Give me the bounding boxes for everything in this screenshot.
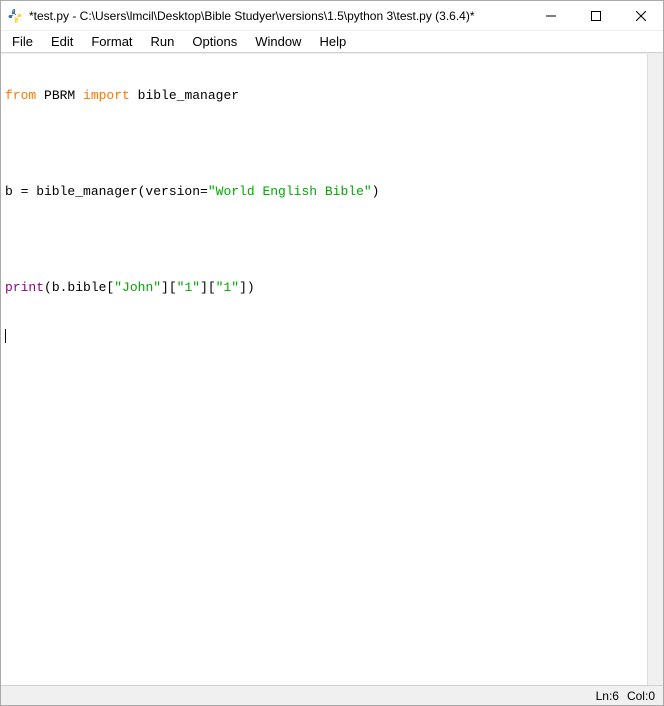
code-line: from PBRM import bible_manager (5, 88, 643, 104)
menubar: File Edit Format Run Options Window Help (1, 31, 663, 53)
code-line: print(b.bible["John"]["1"]["1"]) (5, 280, 643, 296)
minimize-button[interactable] (528, 1, 573, 30)
statusbar: Ln: 6 Col: 0 (1, 685, 663, 705)
code-line (5, 232, 643, 248)
menu-file[interactable]: File (3, 32, 42, 51)
menu-edit[interactable]: Edit (42, 32, 82, 51)
python-idle-icon (7, 8, 23, 24)
status-line-value: 6 (612, 689, 619, 703)
code-line: b = bible_manager(version="World English… (5, 184, 643, 200)
window-title: *test.py - C:\Users\lmcil\Desktop\Bible … (29, 9, 528, 23)
editor-area: from PBRM import bible_manager b = bible… (1, 53, 663, 685)
vertical-scrollbar[interactable] (647, 54, 663, 685)
status-col-value: 0 (648, 689, 655, 703)
menu-format[interactable]: Format (82, 32, 141, 51)
maximize-button[interactable] (573, 1, 618, 30)
menu-options[interactable]: Options (183, 32, 246, 51)
close-button[interactable] (618, 1, 663, 30)
status-line-label: Ln: (596, 689, 613, 703)
titlebar: *test.py - C:\Users\lmcil\Desktop\Bible … (1, 1, 663, 31)
status-col-label: Col: (627, 689, 648, 703)
menu-window[interactable]: Window (246, 32, 310, 51)
code-editor[interactable]: from PBRM import bible_manager b = bible… (1, 54, 647, 685)
menu-help[interactable]: Help (310, 32, 355, 51)
code-line (5, 328, 643, 344)
window-controls (528, 1, 663, 30)
text-cursor (5, 329, 6, 343)
menu-run[interactable]: Run (142, 32, 184, 51)
code-line (5, 136, 643, 152)
